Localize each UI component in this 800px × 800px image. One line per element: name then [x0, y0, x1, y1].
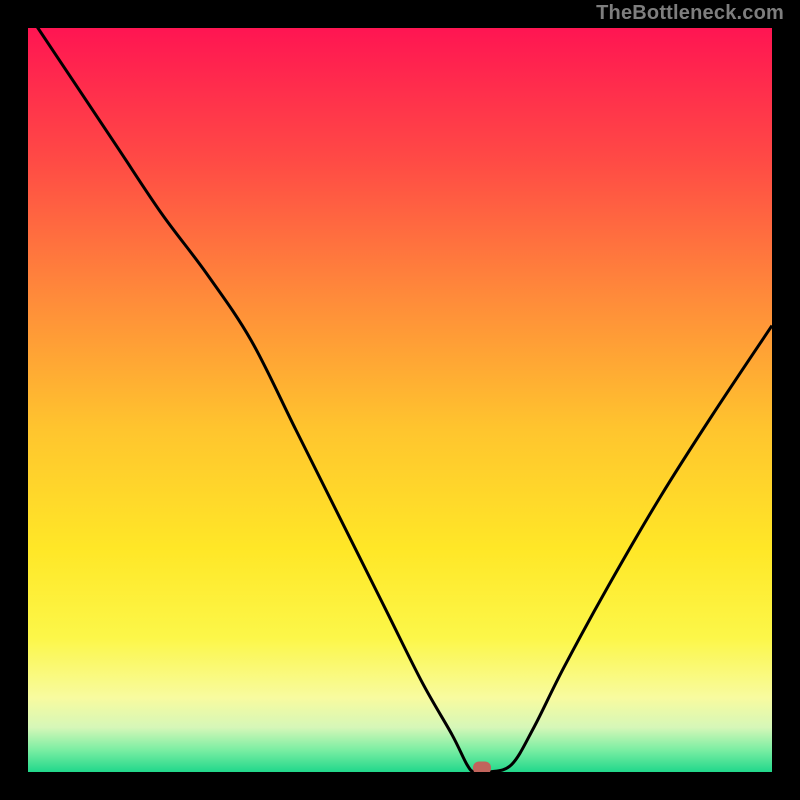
- plot-area: [28, 28, 772, 772]
- bottleneck-curve: [28, 28, 772, 772]
- chart-stage: TheBottleneck.com: [0, 0, 800, 800]
- min-point-marker: [473, 762, 491, 772]
- attribution-text: TheBottleneck.com: [596, 2, 784, 25]
